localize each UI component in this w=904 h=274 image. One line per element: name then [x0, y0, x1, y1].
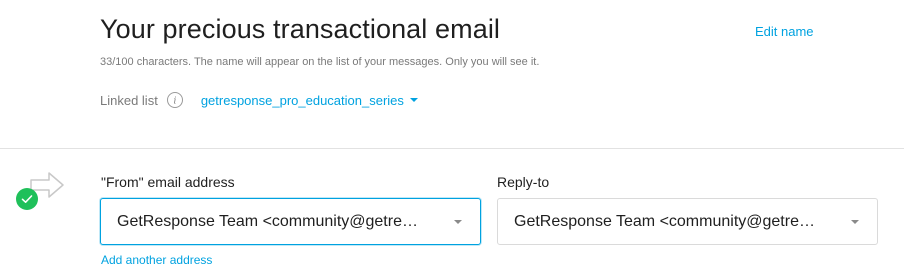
- page-title: Your precious transactional email: [100, 14, 501, 44]
- name-helper-text: 33/100 characters. The name will appear …: [100, 56, 540, 68]
- linked-list-value: getresponse_pro_education_series: [200, 92, 404, 108]
- linked-list-label: Linked list: [100, 92, 158, 108]
- section-divider: [0, 148, 904, 149]
- reply-to-select[interactable]: GetResponse Team <community@getre…: [497, 198, 878, 245]
- reply-to-value: GetResponse Team <community@getre…: [514, 212, 815, 230]
- check-circle-icon: [15, 187, 39, 211]
- chevron-down-icon: [409, 98, 418, 102]
- chevron-down-icon: [851, 220, 859, 224]
- reply-to-label: Reply-to: [497, 174, 550, 190]
- add-another-address-link[interactable]: Add another address: [101, 253, 212, 267]
- svg-text:i: i: [173, 97, 176, 107]
- info-icon[interactable]: i: [166, 91, 184, 109]
- chevron-down-icon: [454, 220, 462, 224]
- from-address-value: GetResponse Team <community@getre…: [117, 212, 418, 230]
- from-address-label: "From" email address: [101, 174, 235, 190]
- edit-name-link[interactable]: Edit name: [755, 24, 814, 39]
- linked-list-dropdown[interactable]: getresponse_pro_education_series: [201, 93, 418, 108]
- from-address-select[interactable]: GetResponse Team <community@getre…: [100, 198, 481, 245]
- linked-list-row: Linked list i getresponse_pro_education_…: [100, 90, 418, 110]
